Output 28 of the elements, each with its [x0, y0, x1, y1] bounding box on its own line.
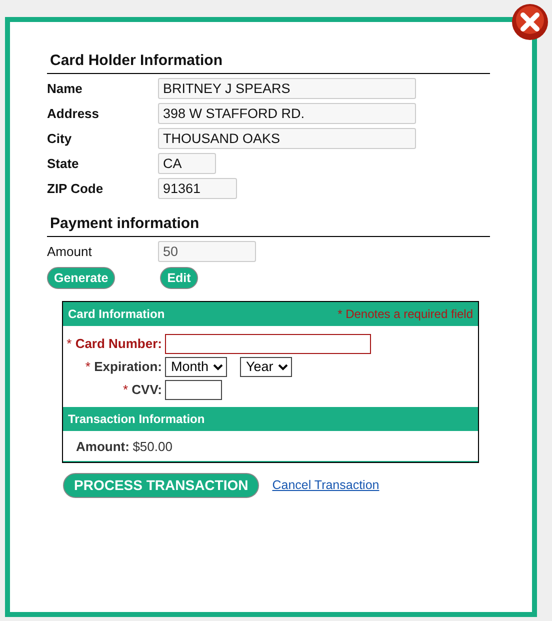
dropdown[interactable]: Year	[240, 356, 292, 377]
input-field[interactable]: 91361	[158, 178, 237, 199]
field-label: Address	[47, 104, 100, 123]
amount-value: $50.00	[132, 438, 172, 456]
input-field[interactable]: BRITNEY J SPEARS	[158, 78, 416, 99]
field-label: * Card Number:	[66, 335, 163, 353]
field-label: ZIP Code	[47, 180, 104, 198]
field-label: * CVV:	[122, 381, 163, 399]
input-field[interactable]	[165, 380, 222, 400]
close-button[interactable]	[511, 3, 549, 41]
field-label: Amount	[47, 242, 93, 261]
input-field[interactable]: THOUSAND OAKS	[158, 128, 416, 149]
section-heading: Card Holder Information	[47, 51, 490, 74]
field-label: Name	[47, 80, 84, 98]
field-label: State	[47, 154, 80, 173]
panel-title: Transaction Information	[68, 411, 205, 428]
cancel-link[interactable]: Cancel Transaction	[272, 476, 380, 496]
input-field[interactable]	[165, 334, 371, 354]
input-field[interactable]: CA	[158, 153, 216, 174]
field-label: City	[47, 130, 73, 148]
input-field[interactable]: 398 W STAFFORD RD.	[158, 103, 416, 124]
required-note: * Denotes a required field	[338, 306, 473, 324]
panel-title: Card Information	[68, 306, 165, 324]
amount-field[interactable]: 50	[158, 241, 256, 262]
section-heading: Payment information	[47, 214, 490, 237]
dropdown[interactable]: Month	[165, 356, 227, 377]
amount-label: Amount:	[76, 438, 130, 456]
field-label: * Expiration:	[84, 358, 163, 376]
